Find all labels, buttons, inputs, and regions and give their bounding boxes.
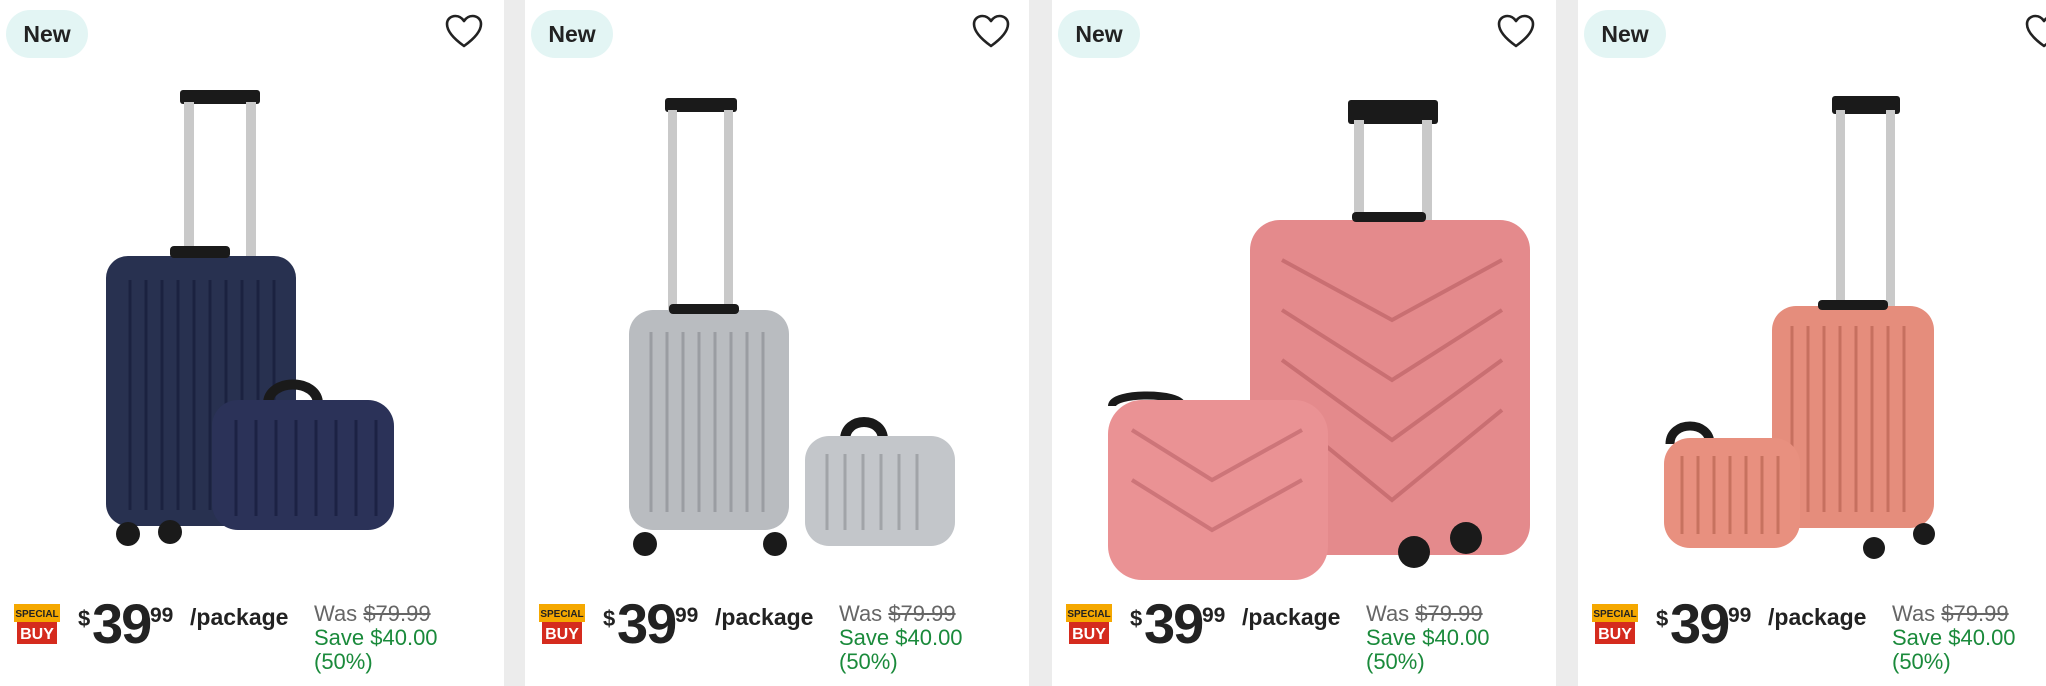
price-unit: /package bbox=[1768, 604, 1867, 630]
was-price: $79.99 bbox=[1415, 601, 1483, 626]
special-buy-bottom-label: BUY bbox=[20, 626, 54, 643]
product-card[interactable]: New SPECIAL BUY $ 39 99 /package Was $79… bbox=[0, 0, 504, 686]
heart-icon[interactable] bbox=[2024, 12, 2046, 52]
special-buy-logo: SPECIAL BUY bbox=[539, 604, 585, 646]
was-price-block: Was $79.99 Save $40.00 (50%) bbox=[1366, 602, 1556, 674]
price-cents: 99 bbox=[675, 604, 699, 627]
price-dollars: 39 bbox=[1144, 592, 1204, 655]
savings-amount: Save $40.00 bbox=[1366, 625, 1490, 650]
special-buy-top-label: SPECIAL bbox=[540, 609, 583, 620]
was-price: $79.99 bbox=[363, 601, 431, 626]
savings-amount: Save $40.00 bbox=[1892, 625, 2016, 650]
special-buy-logo: SPECIAL BUY bbox=[1066, 604, 1112, 646]
was-label: Was bbox=[1366, 601, 1410, 626]
heart-icon[interactable] bbox=[444, 12, 484, 52]
special-buy-top-label: SPECIAL bbox=[1593, 609, 1636, 620]
price-unit: /package bbox=[1242, 604, 1341, 630]
was-label: Was bbox=[839, 601, 883, 626]
currency-symbol: $ bbox=[603, 606, 616, 631]
special-buy-top-label: SPECIAL bbox=[1067, 609, 1110, 620]
product-image[interactable] bbox=[0, 60, 504, 590]
was-price: $79.99 bbox=[888, 601, 956, 626]
price-dollars: 39 bbox=[1670, 592, 1730, 655]
price-dollars: 39 bbox=[617, 592, 677, 655]
was-price-block: Was $79.99 Save $40.00 (50%) bbox=[314, 602, 504, 674]
currency-symbol: $ bbox=[1656, 606, 1669, 631]
price-cents: 99 bbox=[1202, 604, 1226, 627]
price-row: SPECIAL BUY $ 39 99 /package Was $79.99 … bbox=[539, 592, 1019, 678]
special-buy-bottom-label: BUY bbox=[545, 626, 579, 643]
currency-symbol: $ bbox=[1130, 606, 1143, 631]
product-card[interactable]: New SPECIAL BUY $ 39 99 /package Was $79… bbox=[525, 0, 1029, 686]
was-price-block: Was $79.99 Save $40.00 (50%) bbox=[839, 602, 1029, 674]
special-buy-top-label: SPECIAL bbox=[15, 609, 58, 620]
price-row: SPECIAL BUY $ 39 99 /package Was $79.99 … bbox=[1592, 592, 2046, 678]
was-price: $79.99 bbox=[1941, 601, 2009, 626]
new-badge: New bbox=[1058, 10, 1140, 58]
special-buy-bottom-label: BUY bbox=[1598, 626, 1632, 643]
savings-percent: (50%) bbox=[839, 649, 898, 674]
price-unit: /package bbox=[715, 604, 814, 630]
price-row: SPECIAL BUY $ 39 99 /package Was $79.99 … bbox=[14, 592, 494, 678]
heart-icon[interactable] bbox=[1496, 12, 1536, 52]
currency-symbol: $ bbox=[78, 606, 91, 631]
savings-amount: Save $40.00 bbox=[314, 625, 438, 650]
new-badge: New bbox=[6, 10, 88, 58]
product-card[interactable]: New SPECIAL BUY $ 39 99 /package Was $79… bbox=[1578, 0, 2046, 686]
special-buy-bottom-label: BUY bbox=[1072, 626, 1106, 643]
price-unit: /package bbox=[190, 604, 289, 630]
price-cents: 99 bbox=[150, 604, 174, 627]
savings-percent: (50%) bbox=[1366, 649, 1425, 674]
product-image[interactable] bbox=[525, 60, 1029, 590]
was-label: Was bbox=[1892, 601, 1936, 626]
heart-icon[interactable] bbox=[971, 12, 1011, 52]
savings-percent: (50%) bbox=[314, 649, 373, 674]
special-buy-logo: SPECIAL BUY bbox=[1592, 604, 1638, 646]
was-label: Was bbox=[314, 601, 358, 626]
product-image[interactable] bbox=[1052, 60, 1556, 590]
was-price-block: Was $79.99 Save $40.00 (50%) bbox=[1892, 602, 2046, 674]
product-image[interactable] bbox=[1578, 60, 2046, 590]
price-row: SPECIAL BUY $ 39 99 /package Was $79.99 … bbox=[1066, 592, 1546, 678]
new-badge: New bbox=[1584, 10, 1666, 58]
special-buy-logo: SPECIAL BUY bbox=[14, 604, 60, 646]
product-card[interactable]: New SPECIAL BUY $ 39 99 /package Was $79… bbox=[1052, 0, 1556, 686]
savings-amount: Save $40.00 bbox=[839, 625, 963, 650]
price-cents: 99 bbox=[1728, 604, 1752, 627]
new-badge: New bbox=[531, 10, 613, 58]
savings-percent: (50%) bbox=[1892, 649, 1951, 674]
price-dollars: 39 bbox=[92, 592, 152, 655]
